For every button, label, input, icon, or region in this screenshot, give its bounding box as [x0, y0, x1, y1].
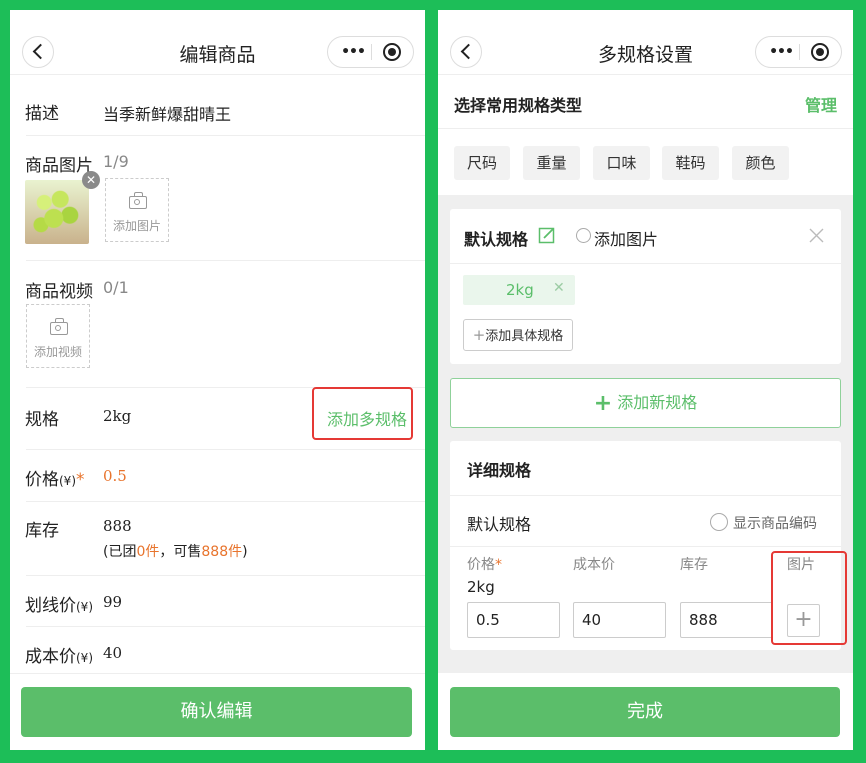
required-mark: *: [76, 470, 85, 490]
close-icon[interactable]: [809, 228, 824, 243]
add-image-radio[interactable]: [576, 228, 591, 243]
remove-tag-icon[interactable]: ✕: [553, 280, 565, 296]
common-spec-types-title: 选择常用规格类型: [454, 96, 583, 115]
divider: [26, 575, 425, 576]
cost-price-unit: (¥): [76, 651, 93, 665]
spec-type-chip[interactable]: 尺码: [454, 146, 510, 180]
remove-image-icon[interactable]: ✕: [82, 171, 100, 189]
add-image-label: 添加图片: [112, 219, 161, 233]
spec-value-tag[interactable]: 2kg ✕: [463, 275, 575, 305]
required-mark: *: [495, 557, 502, 573]
spec-type-chip[interactable]: 颜色: [732, 146, 789, 180]
stock-label: 库存: [25, 521, 59, 541]
add-specific-spec-label: 添加具体规格: [485, 329, 564, 344]
price-label-text: 价格: [25, 470, 59, 490]
add-new-spec-label: 添加新规格: [617, 393, 698, 412]
price-unit: (¥): [59, 474, 76, 488]
spec-value-tag-label: 2kg: [506, 281, 534, 299]
price-label: 价格(¥)*: [25, 465, 85, 490]
show-product-code-radio[interactable]: [710, 513, 728, 531]
divider: [26, 626, 425, 627]
default-spec-card: 默认规格 添加图片 2kg ✕ +添加具体规格: [450, 209, 841, 364]
stock-note: (已团0件，可售888件): [103, 541, 248, 561]
nav-bar: 多规格设置 •••: [438, 10, 853, 75]
divider: [26, 260, 425, 261]
show-product-code-label[interactable]: 显示商品编码: [733, 513, 817, 533]
cost-price-label-text: 成本价: [25, 647, 76, 667]
product-images-count: 1/9: [103, 152, 129, 171]
camera-icon: [129, 192, 147, 209]
strike-price-value[interactable]: 99: [103, 593, 122, 611]
highlight-box: [312, 387, 413, 440]
divider: [450, 263, 841, 264]
description-label: 描述: [25, 104, 59, 124]
strike-price-label: 划线价(¥): [25, 591, 93, 616]
done-button[interactable]: 完成: [450, 687, 840, 737]
price-header: 价格*: [467, 554, 502, 574]
product-images-label: 商品图片: [25, 156, 93, 176]
more-icon[interactable]: •••: [338, 37, 368, 67]
add-image-button[interactable]: 添加图片: [105, 178, 169, 242]
add-image-label[interactable]: 添加图片: [594, 226, 658, 250]
product-image-thumbnail[interactable]: [25, 180, 89, 244]
stock-note-mid: ，可售: [159, 544, 202, 560]
stock-value[interactable]: 888: [103, 517, 132, 535]
product-video-count: 0/1: [103, 278, 129, 297]
divider: [450, 546, 841, 547]
stock-note-prefix: (已团: [103, 544, 137, 560]
stock-header: 库存: [680, 557, 708, 573]
capsule-divider: [799, 44, 800, 60]
confirm-edit-button[interactable]: 确认编辑: [21, 687, 412, 737]
camera-icon: [50, 318, 68, 335]
more-icon[interactable]: •••: [766, 37, 796, 67]
edit-icon[interactable]: [538, 226, 556, 244]
spec-row-name: 默认规格: [467, 515, 532, 534]
stock-note-suffix: ): [242, 544, 248, 560]
add-specific-spec-button[interactable]: +添加具体规格: [463, 319, 573, 351]
available-count: 888件: [201, 544, 243, 560]
spec-label: 规格: [25, 410, 59, 430]
product-video-label: 商品视频: [25, 282, 93, 302]
add-new-spec-button[interactable]: + 添加新规格: [450, 378, 841, 428]
nav-bar: 编辑商品 •••: [10, 10, 425, 75]
detail-spec-title: 详细规格: [467, 461, 532, 480]
divider: [26, 135, 425, 136]
highlight-box: [771, 551, 847, 645]
divider: [450, 495, 841, 496]
strike-price-label-text: 划线价: [25, 596, 76, 616]
spec-type-chip[interactable]: 口味: [593, 146, 650, 180]
price-header-text: 价格: [467, 557, 495, 573]
price-value[interactable]: 0.5: [103, 467, 127, 485]
default-spec-title: 默认规格: [464, 230, 529, 249]
close-mini-program-icon[interactable]: [811, 43, 829, 61]
price-input[interactable]: 0.5: [467, 602, 560, 638]
add-video-label: 添加视频: [33, 345, 82, 359]
divider: [438, 128, 853, 129]
multi-spec-screen: 多规格设置 ••• 选择常用规格类型 管理 尺码 重量 口味 鞋码 颜色 默认规…: [438, 10, 853, 750]
cost-input[interactable]: 40: [573, 602, 666, 638]
cost-header: 成本价: [573, 557, 615, 573]
divider: [26, 449, 425, 450]
edit-product-screen: 编辑商品 ••• 描述 当季新鲜爆甜晴王 商品图片 1/9 ✕ 添加图片 商品视…: [10, 10, 425, 750]
cost-price-value[interactable]: 40: [103, 644, 122, 662]
divider: [26, 501, 425, 502]
grouped-count: 0件: [136, 544, 160, 560]
capsule-divider: [371, 44, 372, 60]
spec-type-chip[interactable]: 重量: [523, 146, 580, 180]
mini-program-capsule: •••: [327, 36, 414, 68]
plus-icon: +: [472, 326, 486, 344]
plus-icon: +: [593, 391, 613, 416]
spec-value-label: 2kg: [467, 578, 495, 596]
strike-price-unit: (¥): [76, 600, 93, 614]
stock-input[interactable]: 888: [680, 602, 773, 638]
description-value[interactable]: 当季新鲜爆甜晴王: [103, 101, 231, 125]
spec-type-chip[interactable]: 鞋码: [662, 146, 719, 180]
spec-value: 2kg: [103, 407, 132, 425]
close-mini-program-icon[interactable]: [383, 43, 401, 61]
add-video-button[interactable]: 添加视频: [26, 304, 90, 368]
cost-price-label: 成本价(¥): [25, 642, 93, 667]
mini-program-capsule: •••: [755, 36, 842, 68]
manage-link[interactable]: 管理: [805, 92, 837, 116]
